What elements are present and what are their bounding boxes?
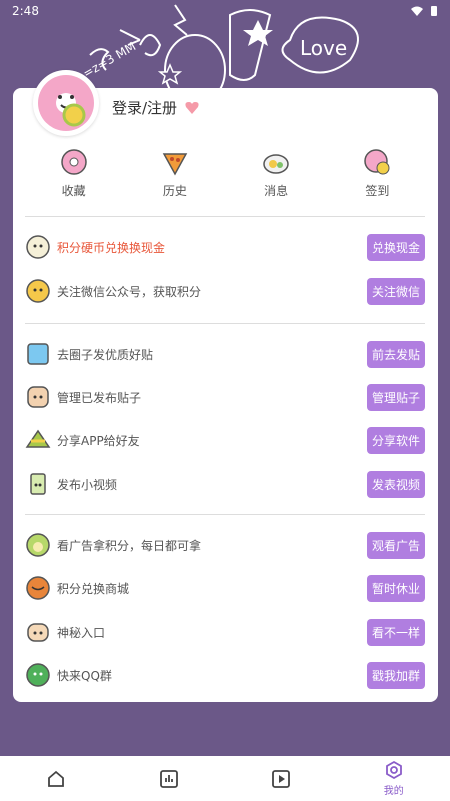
- green-blob-icon: [26, 533, 50, 557]
- play-icon: [272, 769, 291, 788]
- quick-actions: 收藏 历史 消息 签到: [13, 148, 438, 204]
- list-row: 管理已发布贴子 管理贴子: [25, 382, 425, 412]
- green-leaf-icon: [26, 663, 50, 687]
- drink-cup-icon: [30, 473, 46, 495]
- quick-label: 历史: [162, 184, 187, 198]
- donut-pink-icon: [364, 149, 390, 175]
- pizza-icon: [162, 153, 188, 176]
- divider: [25, 514, 425, 515]
- watch-ad-button[interactable]: 观看广告: [366, 531, 425, 559]
- bun-icon: [27, 386, 49, 408]
- egg-plate-icon: [263, 154, 289, 174]
- quick-item-favorites[interactable]: 收藏: [34, 148, 114, 204]
- row-title: 快来QQ群: [57, 668, 112, 683]
- heart-icon: [185, 101, 199, 114]
- mall-closed-button[interactable]: 暂时休业: [366, 574, 425, 602]
- list-row: 积分硬币兑换换现金 兑换现金: [25, 232, 425, 262]
- join-qq-group-button[interactable]: 戳我加群: [366, 661, 425, 689]
- quick-item-history[interactable]: 历史: [135, 148, 215, 204]
- orange-cookie-icon: [26, 576, 50, 600]
- profile-hex-icon: [385, 760, 402, 780]
- post-video-button[interactable]: 发表视频: [366, 470, 425, 498]
- list-row: 发布小视频 发表视频: [25, 469, 425, 499]
- follow-wechat-button[interactable]: 关注微信: [366, 277, 425, 305]
- nav-home[interactable]: [26, 769, 86, 789]
- robot-icon: [26, 235, 50, 259]
- quick-item-messages[interactable]: 消息: [236, 148, 316, 204]
- nav-profile[interactable]: 我的: [364, 760, 424, 797]
- share-app-button[interactable]: 分享软件: [366, 426, 425, 454]
- bread-icon: [27, 623, 49, 642]
- row-title: 分享APP给好友: [57, 433, 140, 448]
- row-title: 积分硬币兑换换现金: [57, 240, 166, 255]
- manage-posts-button[interactable]: 管理贴子: [366, 383, 425, 411]
- list-row: 看广告拿积分，每日都可拿 观看广告: [25, 530, 425, 560]
- row-title: 发布小视频: [57, 477, 118, 492]
- nav-chart[interactable]: [139, 769, 199, 789]
- bottom-nav: 我的: [0, 756, 450, 801]
- row-title: 关注微信公众号，获取积分: [57, 284, 202, 299]
- nav-label: 我的: [383, 786, 404, 797]
- chart-icon: [159, 769, 178, 788]
- home-icon: [48, 770, 65, 787]
- login-label[interactable]: 登录/注册: [112, 97, 177, 118]
- yellow-face-icon: [26, 279, 50, 303]
- quick-label: 消息: [264, 184, 289, 198]
- cake-slice-icon: [25, 429, 51, 448]
- list-row: 神秘入口 看不一样: [25, 617, 425, 647]
- blue-cube-icon: [27, 343, 49, 365]
- quick-label: 签到: [365, 184, 390, 198]
- list-row: 关注微信公众号，获取积分 关注微信: [25, 276, 425, 306]
- nav-video[interactable]: [251, 769, 311, 789]
- list-row: 积分兑换商城 暂时休业: [25, 573, 425, 603]
- row-title: 管理已发布贴子: [57, 390, 142, 405]
- secret-entry-button[interactable]: 看不一样: [366, 618, 425, 646]
- divider: [25, 323, 425, 324]
- login-row[interactable]: 登录/注册: [112, 97, 199, 118]
- row-title: 神秘入口: [57, 625, 106, 640]
- divider: [25, 216, 425, 217]
- row-title: 积分兑换商城: [57, 581, 130, 596]
- donut-icon: [60, 149, 87, 175]
- quick-label: 收藏: [61, 184, 86, 198]
- quick-item-checkin[interactable]: 签到: [337, 148, 417, 204]
- header-deco-text: Love: [300, 36, 347, 60]
- list-row: 去圈子发优质好贴 前去发贴: [25, 339, 425, 369]
- avatar-donut-icon: [38, 75, 94, 131]
- go-post-button[interactable]: 前去发贴: [366, 340, 425, 368]
- row-title: 去圈子发优质好贴: [57, 347, 154, 362]
- exchange-cash-button[interactable]: 兑换现金: [366, 233, 425, 261]
- list-row: 分享APP给好友 分享软件: [25, 425, 425, 455]
- list-row: 快来QQ群 戳我加群: [25, 660, 425, 690]
- row-title: 看广告拿积分，每日都可拿: [57, 538, 202, 553]
- avatar[interactable]: [33, 70, 99, 136]
